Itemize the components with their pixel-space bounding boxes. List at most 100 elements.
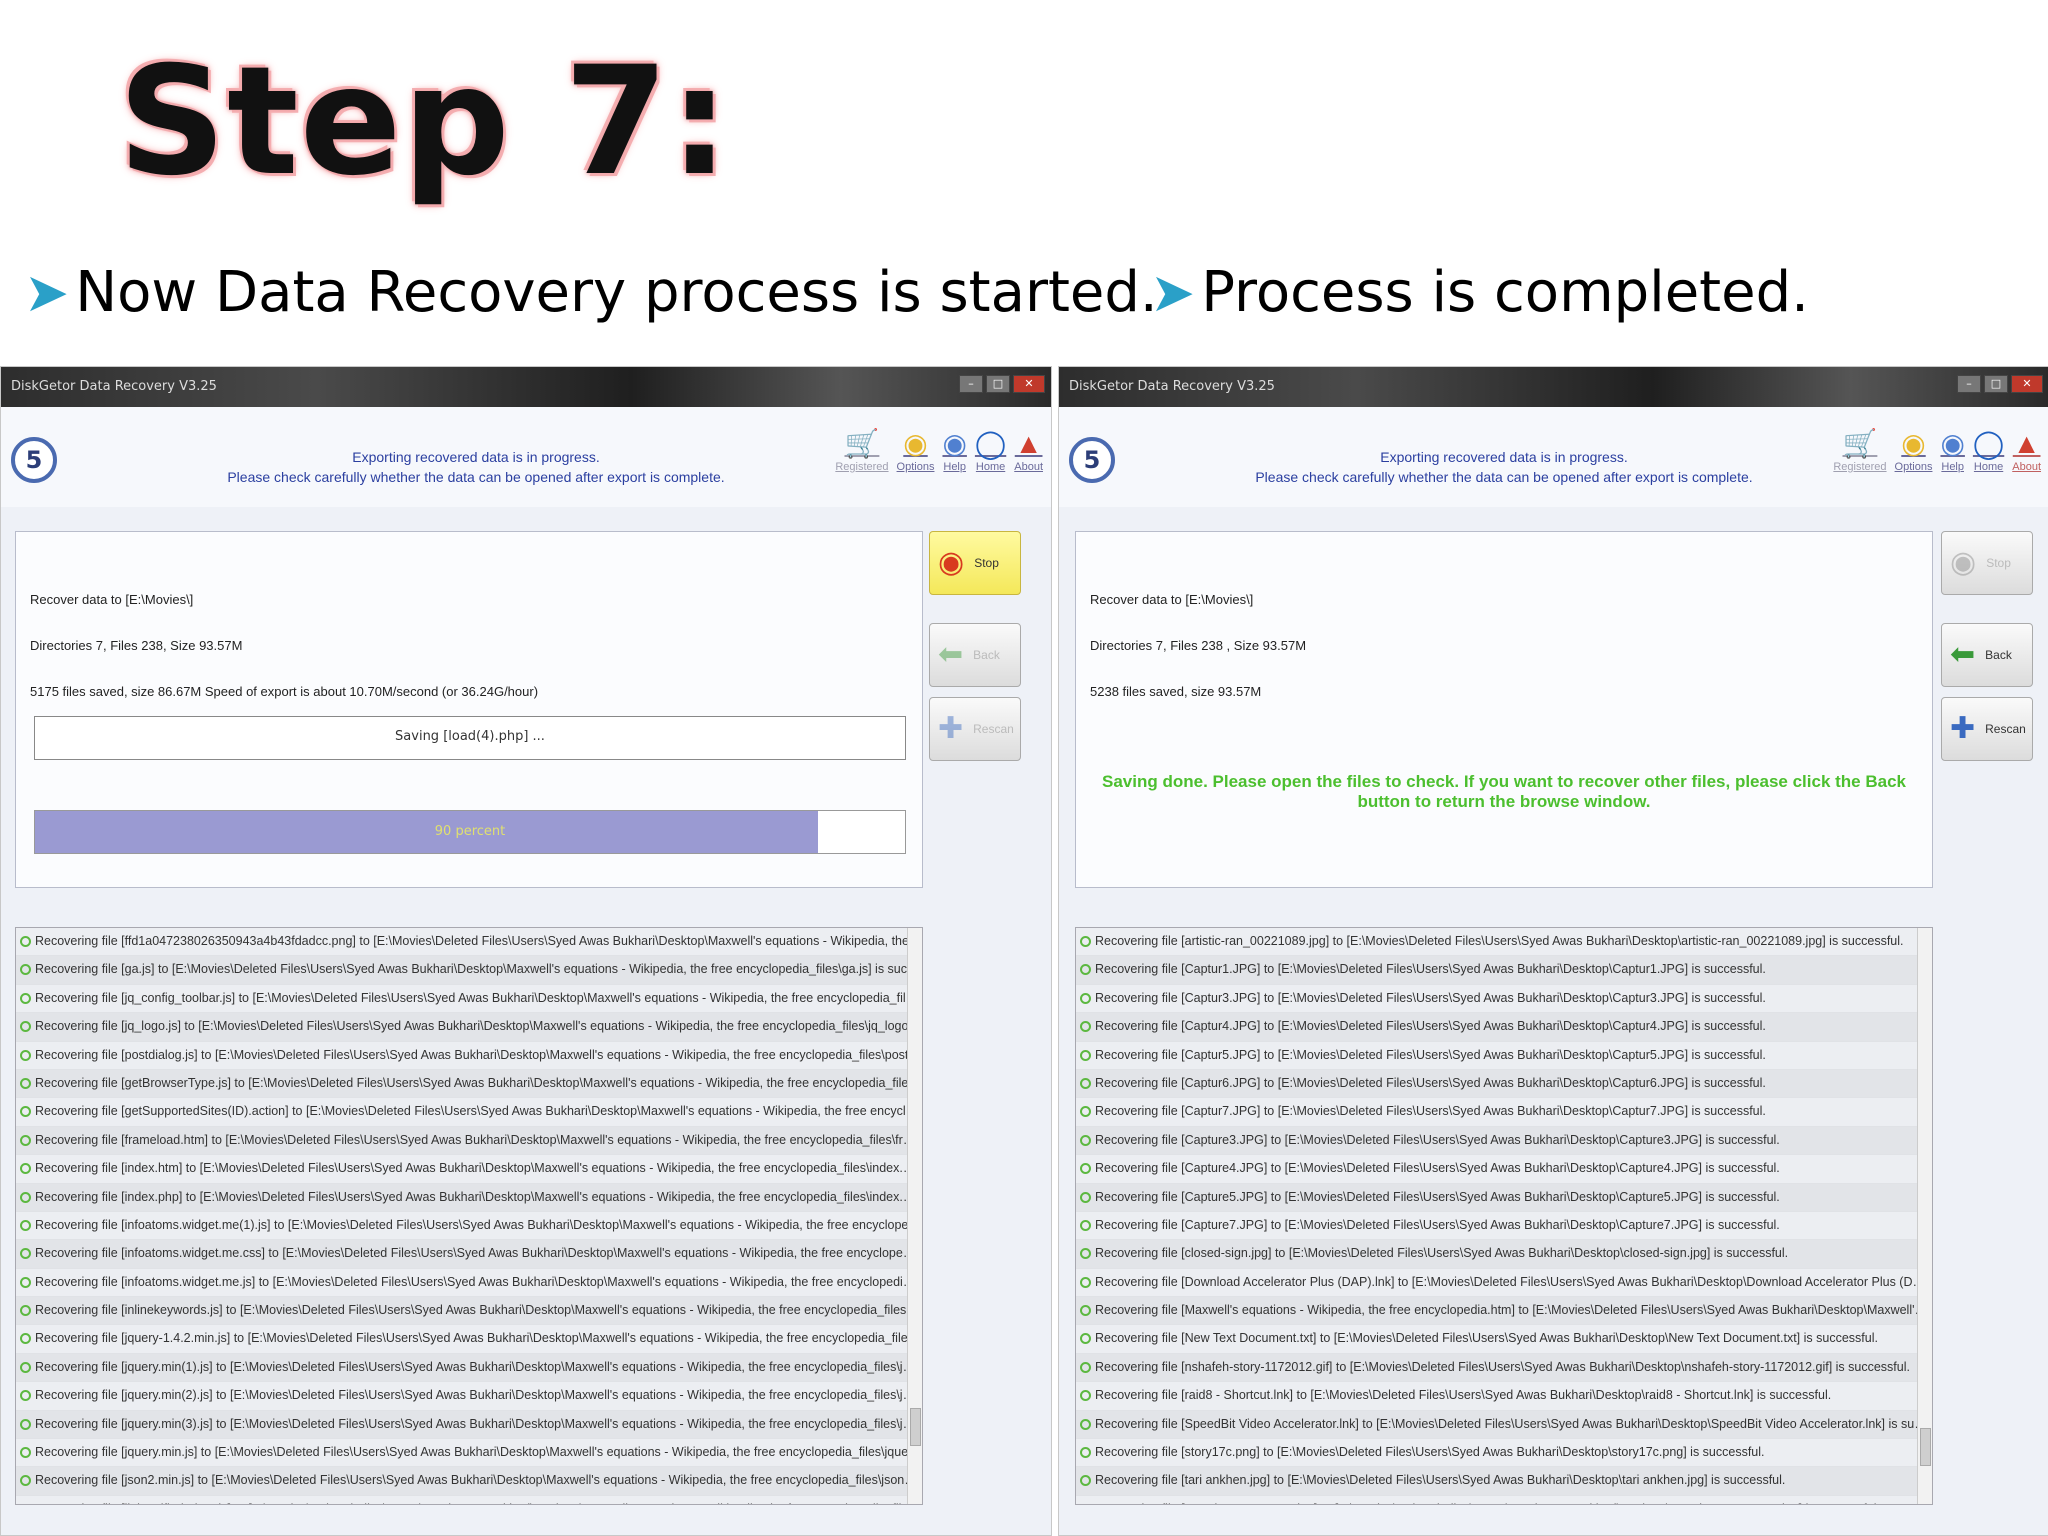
directories-label: Directories 7, Files 238 , Size 93.57M	[1090, 638, 1307, 653]
log-entry[interactable]: Recovering file [inlinekeywords.js] to […	[16, 1297, 922, 1326]
toolbar-home[interactable]: ◯ Home	[975, 427, 1006, 473]
log-entry[interactable]: Recovering file [SpeedBit Video Accelera…	[1076, 1410, 1932, 1440]
log-entry[interactable]: Recovering file [infoatoms.widget.me.js]…	[16, 1269, 922, 1298]
log-entry[interactable]: Recovering file [jq_logo.js] to [E:\Movi…	[16, 1013, 922, 1042]
success-check-icon	[1080, 1333, 1091, 1345]
toolbar-about[interactable]: ▲ About	[1014, 427, 1043, 473]
log-entry-text: Recovering file [artistic-ran_00221089.j…	[1095, 934, 1904, 948]
log-entry[interactable]: Recovering file [jquery.min(1).js] to [E…	[16, 1353, 922, 1383]
log-entry[interactable]: Recovering file [jquery.min(2).js] to [E…	[16, 1382, 922, 1411]
log-entry[interactable]: Recovering file [Download Accelerator Pl…	[1076, 1269, 1932, 1298]
log-entry-text: Recovering file [Captur3.JPG] to [E:\Mov…	[1095, 990, 1766, 1005]
saved-files-label: 5238 files saved, size 93.57M	[1090, 684, 1262, 699]
log-entry[interactable]: Recovering file [Maxwell's equations - W…	[1076, 1297, 1932, 1326]
header-line-2: Please check carefully whether the data …	[227, 469, 725, 485]
about-icon: ▲	[2012, 428, 2041, 459]
log-entry[interactable]: Recovering file [closed-sign.jpg] to [E:…	[1076, 1240, 1932, 1269]
log-entry[interactable]: Recovering file [New Text Document.txt] …	[1076, 1325, 1932, 1354]
toolbar-registered[interactable]: 🛒 Registered	[1833, 427, 1886, 473]
log-entry-text: Recovering file [Capture4.JPG] to [E:\Mo…	[1095, 1161, 1780, 1176]
cart-icon: 🛒	[1842, 428, 1878, 459]
back-button[interactable]: ⬅ Back	[929, 623, 1021, 687]
recovery-log[interactable]: Recovering file [ffd1a047238026350943a4b…	[15, 927, 923, 1505]
log-scrollbar[interactable]	[907, 928, 922, 1504]
log-entry[interactable]: Recovering file [ga.js] to [E:\Movies\De…	[16, 956, 922, 985]
log-entry[interactable]: Recovering file [story17c.png] to [E:\Mo…	[1076, 1439, 1932, 1468]
log-entry[interactable]: Recovering file [frameload.htm] to [E:\M…	[16, 1126, 922, 1156]
log-entry[interactable]: Recovering file [jq_config_toolbar.js] t…	[16, 985, 922, 1014]
toolbar-about[interactable]: ▲ About	[2012, 427, 2041, 473]
log-entry[interactable]: Recovering file [infoatoms.widget.me.css…	[16, 1240, 922, 1269]
rescan-button[interactable]: ✚ Rescan	[1941, 697, 2033, 761]
log-entry[interactable]: Recovering file [artistic-ran_00221089.j…	[1076, 928, 1932, 957]
saved-files-label: 5175 files saved, size 86.67M Speed of e…	[30, 684, 539, 699]
log-entry[interactable]: Recovering file [index.php] to [E:\Movie…	[16, 1183, 922, 1212]
log-entry[interactable]: Recovering file [Capture7.JPG] to [E:\Mo…	[1076, 1212, 1932, 1241]
rescan-button[interactable]: ✚ Rescan	[929, 697, 1021, 761]
close-button[interactable]: ✕	[2011, 375, 2043, 393]
log-entry-text: Recovering file [weeping_ange3178.jpg] t…	[1095, 1502, 1880, 1504]
log-entry-text: Recovering file [getBrowserType.js] to […	[35, 1075, 922, 1090]
recovery-log[interactable]: Recovering file [artistic-ran_00221089.j…	[1075, 927, 1933, 1505]
toolbar-help[interactable]: ◉ Help	[942, 427, 966, 473]
log-entry[interactable]: Recovering file [Capture3.JPG] to [E:\Mo…	[1076, 1126, 1932, 1156]
stop-button[interactable]: ◉ Stop	[929, 531, 1021, 595]
success-check-icon	[20, 1503, 31, 1504]
log-entry[interactable]: Recovering file [jquery-1.4.2.min.js] to…	[16, 1325, 922, 1354]
log-entry-text: Recovering file [raid8 - Shortcut.lnk] t…	[1095, 1388, 1832, 1403]
log-entry[interactable]: Recovering file [getBrowserType.js] to […	[16, 1069, 922, 1099]
log-scrollbar[interactable]	[1917, 928, 1932, 1504]
success-check-icon	[20, 1106, 31, 1118]
log-entry[interactable]: Recovering file [postdialog.js] to [E:\M…	[16, 1042, 922, 1070]
log-entry[interactable]: Recovering file [tari ankhen.jpg] to [E:…	[1076, 1467, 1932, 1496]
log-entry[interactable]: Recovering file [raid8 - Shortcut.lnk] t…	[1076, 1382, 1932, 1411]
window-titlebar: DiskGetor Data Recovery V3.25 – □ ✕	[1059, 367, 2048, 407]
bullet-completed-text: Process is completed.	[1201, 260, 1809, 325]
log-entry[interactable]: Recovering file [jquery.min.js] to [E:\M…	[16, 1439, 922, 1468]
log-entry[interactable]: Recovering file [jquery.min(3).js] to [E…	[16, 1410, 922, 1440]
log-entry[interactable]: Recovering file [linkverifierhelper.js] …	[16, 1496, 922, 1504]
toolbar-options[interactable]: ◉ Options	[1895, 427, 1933, 473]
close-button[interactable]: ✕	[1013, 375, 1045, 393]
log-entry[interactable]: Recovering file [Captur4.JPG] to [E:\Mov…	[1076, 1013, 1932, 1042]
stop-button[interactable]: ◉ Stop	[1941, 531, 2033, 595]
log-entry[interactable]: Recovering file [Captur3.JPG] to [E:\Mov…	[1076, 985, 1932, 1014]
log-entry[interactable]: Recovering file [Captur7.JPG] to [E:\Mov…	[1076, 1098, 1932, 1127]
maximize-button[interactable]: □	[1984, 375, 2008, 393]
log-entry[interactable]: Recovering file [Captur5.JPG] to [E:\Mov…	[1076, 1042, 1932, 1070]
scrollbar-thumb[interactable]	[1920, 1428, 1931, 1466]
stop-icon: ◉	[938, 546, 965, 579]
log-entry[interactable]: Recovering file [json2.min.js] to [E:\Mo…	[16, 1467, 922, 1496]
success-check-icon	[20, 1475, 31, 1487]
minimize-button[interactable]: –	[959, 375, 983, 393]
log-entry[interactable]: Recovering file [ffd1a047238026350943a4b…	[16, 928, 922, 957]
slide-title: Step 7:	[118, 35, 731, 209]
bullet-started-text: Now Data Recovery process is started.	[75, 260, 1158, 325]
log-entry[interactable]: Recovering file [getSupportedSites(ID).a…	[16, 1098, 922, 1127]
toolbar-options[interactable]: ◉ Options	[897, 427, 935, 473]
toolbar-registered[interactable]: 🛒 Registered	[835, 427, 888, 473]
log-entry-text: Recovering file [jquery.min(2).js] to [E…	[35, 1388, 922, 1403]
log-entry-text: Recovering file [Capture7.JPG] to [E:\Mo…	[1095, 1217, 1780, 1232]
log-entry[interactable]: Recovering file [infoatoms.widget.me(1).…	[16, 1212, 922, 1241]
log-entry[interactable]: Recovering file [Capture5.JPG] to [E:\Mo…	[1076, 1183, 1932, 1212]
toolbar: 🛒 Registered ◉ Options ◉ Help ◯ Home ▲ About	[1833, 427, 2041, 473]
toolbar-home[interactable]: ◯ Home	[1973, 427, 2004, 473]
header-line-1: Exporting recovered data is in progress.	[352, 449, 600, 465]
back-button[interactable]: ⬅ Back	[1941, 623, 2033, 687]
log-entry-text: Recovering file [nshafeh-story-1172012.g…	[1095, 1359, 1910, 1374]
maximize-button[interactable]: □	[986, 375, 1010, 393]
log-entry[interactable]: Recovering file [index.htm] to [E:\Movie…	[16, 1155, 922, 1184]
scrollbar-thumb[interactable]	[910, 1408, 921, 1446]
log-entry[interactable]: Recovering file [weeping_ange3178.jpg] t…	[1076, 1496, 1932, 1504]
log-entry[interactable]: Recovering file [Captur6.JPG] to [E:\Mov…	[1076, 1069, 1932, 1099]
log-entry[interactable]: Recovering file [Captur1.JPG] to [E:\Mov…	[1076, 956, 1932, 985]
minimize-button[interactable]: –	[1957, 375, 1981, 393]
result-panel: Recover data to [E:\Movies\] Directories…	[1075, 531, 1933, 888]
log-entry-text: Recovering file [Download Accelerator Pl…	[1095, 1274, 1932, 1289]
toolbar-help[interactable]: ◉ Help	[1940, 427, 1964, 473]
log-entry[interactable]: Recovering file [nshafeh-story-1172012.g…	[1076, 1353, 1932, 1383]
directories-label: Directories 7, Files 238, Size 93.57M	[30, 638, 243, 653]
log-entry-text: Recovering file [jquery.min.js] to [E:\M…	[35, 1445, 922, 1460]
log-entry[interactable]: Recovering file [Capture4.JPG] to [E:\Mo…	[1076, 1155, 1932, 1184]
